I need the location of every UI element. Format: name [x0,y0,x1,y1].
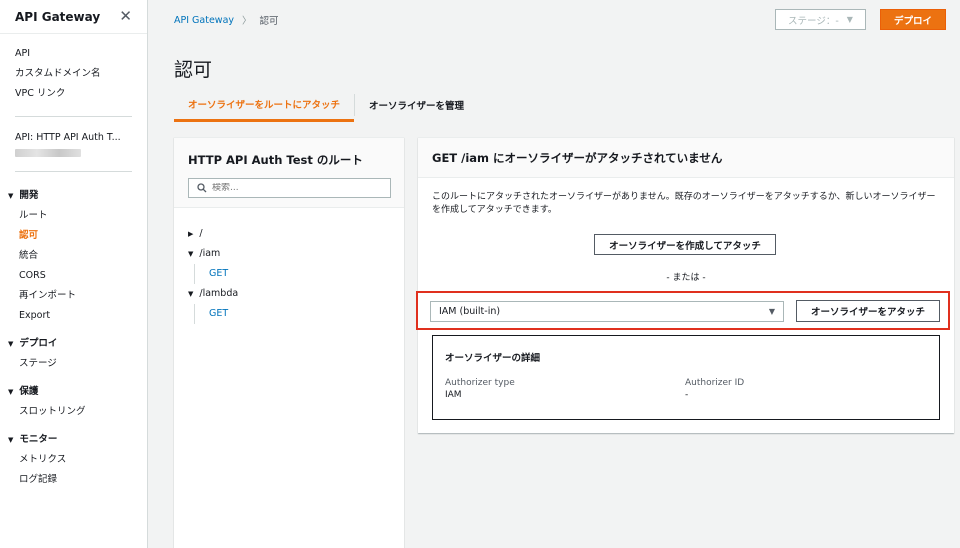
create-and-attach-button[interactable]: オーソライザーを作成してアタッチ [594,234,776,255]
search-icon [197,183,207,193]
sidebar-item-integrations[interactable]: 統合 [19,246,132,266]
routes-panel-title: HTTP API Auth Test のルート [188,153,363,167]
route-path: /lambda [199,288,239,299]
sidebar-item-logging[interactable]: ログ記録 [19,470,132,490]
caret-down-icon: ▼ [188,290,194,298]
sidebar-group-protect[interactable]: ▼ 保護 [4,382,147,402]
tabs: オーソライザーをルートにアタッチ オーソライザーを管理 [174,88,954,122]
sidebar-item-custom-domain[interactable]: カスタムドメイン名 [15,64,132,84]
route-lambda[interactable]: ▼ /lambda [188,284,390,304]
sidebar-item-metrics[interactable]: メトリクス [19,450,132,470]
caret-right-icon: ▶ [188,230,194,238]
method-get-iam[interactable]: GET [209,264,390,284]
authorizer-select[interactable]: IAM (built-in) ▼ [430,301,784,322]
route-iam[interactable]: ▼ /iam [188,244,390,264]
api-name[interactable]: API: HTTP API Auth T... [15,131,132,145]
stage-select[interactable]: ステージ：- ▼ [775,9,866,30]
sidebar-title[interactable]: API Gateway [15,10,100,24]
close-icon[interactable]: ✕ [119,9,132,24]
authorizer-type-label: Authorizer type [445,378,515,388]
monitor-items: メトリクス ログ記録 [4,450,147,490]
search-box[interactable] [188,178,391,198]
highlight-box: IAM (built-in) ▼ オーソライザーをアタッチ [416,291,950,330]
caret-down-icon: ▼ [8,436,14,444]
tab-attach-authorizer[interactable]: オーソライザーをルートにアタッチ [174,88,355,122]
sidebar-top-links: API カスタムドメイン名 VPC リンク [0,34,147,116]
sidebar-item-cors[interactable]: CORS [19,266,132,286]
sidebar-header: API Gateway ✕ [0,0,147,34]
sidebar: API Gateway ✕ API カスタムドメイン名 VPC リンク API:… [0,0,148,548]
sidebar-item-stages[interactable]: ステージ [19,354,132,374]
route-tree: ▶ / ▼/iam GET ▼/lambda GET [174,208,404,340]
route-path: / [199,228,203,239]
caret-down-icon: ▼ [188,250,194,258]
main-content: API Gateway 〉 認可 ステージ：- ▼ デプロイ 認可 オーソライザ… [148,0,960,548]
sidebar-item-routes[interactable]: ルート [19,206,132,226]
page-title: 認可 [174,59,213,81]
authorizer-detail-panel: GET /iam にオーソライザーがアタッチされていません このルートにアタッチ… [416,137,954,433]
authorizer-details-grid: Authorizer type Authorizer ID IAM - [445,378,927,400]
sidebar-groups: ▼ 開発 ルート 認可 統合 CORS 再インポート Export ▼ デプロイ ス… [0,172,147,490]
routes-panel-header: HTTP API Auth Test のルート [174,138,404,208]
group-label: 保護 [19,386,39,397]
sidebar-item-api[interactable]: API [15,44,132,64]
routes-panel: HTTP API Auth Test のルート ▶/ ▼/iam GET ▼/l… [174,137,404,548]
breadcrumb-api-gateway[interactable]: API Gateway [174,15,234,26]
detail-panel-title: GET /iam にオーソライザーがアタッチされていません [418,138,954,178]
authorizer-type-value: IAM [445,390,462,400]
tab-manage-authorizers[interactable]: オーソライザーを管理 [355,88,478,122]
stage-select-label: ステージ：- [788,15,839,27]
protect-items: スロットリング [4,402,147,422]
authorizer-details-title: オーソライザーの詳細 [445,353,541,364]
authorizer-id-value: - [685,390,689,400]
method-get-lambda[interactable]: GET [209,304,390,324]
sidebar-group-deploy[interactable]: ▼ デプロイ [4,334,147,354]
authorizer-id-label: Authorizer ID [685,378,745,388]
chevron-right-icon: 〉 [242,16,252,27]
route-lambda-methods: GET [194,304,390,324]
caret-down-icon: ▼ [846,15,853,24]
caret-down-icon: ▼ [768,307,775,316]
route-path: /iam [199,248,221,259]
sidebar-group-monitor[interactable]: ▼ モニター [4,430,147,450]
group-label: モニター [19,434,58,445]
attach-authorizer-button[interactable]: オーソライザーをアタッチ [796,300,940,322]
sidebar-item-reimport[interactable]: 再インポート [19,286,132,306]
breadcrumb: API Gateway 〉 認可 [174,13,279,28]
caret-down-icon: ▼ [8,340,14,348]
detail-description: このルートにアタッチされたオーソライザーがありません。既存のオーソライザーをアタ… [432,192,936,215]
search-input[interactable] [212,183,382,193]
develop-items: ルート 認可 統合 CORS 再インポート Export [4,206,147,326]
deploy-button[interactable]: デプロイ [880,9,946,30]
authorizer-details-box: オーソライザーの詳細 Authorizer type Authorizer ID… [432,335,940,420]
route-root[interactable]: ▶ / [188,224,390,244]
deploy-items: ステージ [4,354,147,374]
sidebar-group-develop[interactable]: ▼ 開発 [4,186,147,206]
caret-down-icon: ▼ [8,388,14,396]
caret-down-icon: ▼ [8,192,14,200]
sidebar-item-export[interactable]: Export [19,306,132,326]
sidebar-item-authorization[interactable]: 認可 [19,226,132,246]
sidebar-item-vpc-link[interactable]: VPC リンク [15,84,132,104]
api-info: API: HTTP API Auth T... [0,117,147,171]
sidebar-item-throttling[interactable]: スロットリング [19,402,132,422]
or-divider-text: - または - [666,273,706,283]
group-label: デプロイ [19,338,58,349]
breadcrumb-current: 認可 [259,16,279,27]
group-label: 開発 [19,190,39,201]
authorizer-select-value: IAM (built-in) [439,306,501,317]
route-iam-methods: GET [194,264,390,284]
api-id-redacted [15,149,81,157]
